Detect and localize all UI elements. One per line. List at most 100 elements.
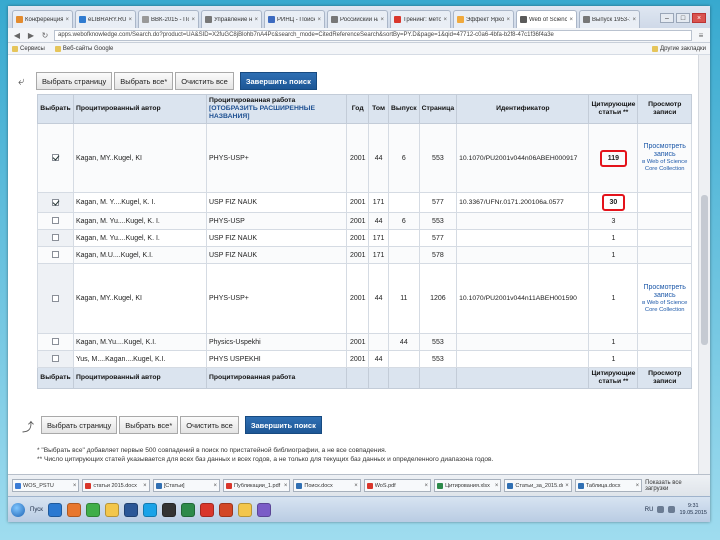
other-bookmarks[interactable]: Другие закладки — [652, 45, 706, 52]
download-item[interactable]: Цитирования.xlsx × — [434, 479, 502, 492]
download-item[interactable]: [Статьи] × — [152, 479, 221, 492]
menu-icon[interactable]: ≡ — [696, 31, 706, 40]
clock[interactable]: 9:31 19.05.2015 — [679, 503, 707, 517]
download-close-icon[interactable]: × — [284, 483, 288, 489]
chrome-icon[interactable] — [85, 502, 100, 517]
tab-close-icon[interactable]: × — [191, 17, 195, 23]
tab-close-icon[interactable]: × — [443, 17, 447, 23]
language-indicator[interactable]: RU — [645, 507, 654, 513]
pdf-icon[interactable] — [199, 502, 214, 517]
browser-tab[interactable]: Эффект Ярко – Тел× — [453, 10, 514, 28]
row-checkbox[interactable] — [51, 251, 59, 259]
download-item[interactable]: Поиск.docx × — [293, 479, 361, 492]
row-checkbox[interactable] — [51, 294, 59, 302]
download-item[interactable]: WoS.pdf × — [363, 479, 432, 492]
download-close-icon[interactable]: × — [565, 483, 569, 489]
select-all-button[interactable]: Выбрать все* — [114, 72, 174, 90]
browser-tab[interactable]: Конференция НОУ× — [12, 10, 73, 28]
clear-all-button-bottom[interactable]: Очистить все — [180, 416, 239, 434]
tab-label: РИНЦ - Поиск в Ст — [277, 16, 316, 23]
tab-close-icon[interactable]: × — [632, 17, 636, 23]
finish-search-button[interactable]: Завершить поиск — [239, 72, 317, 90]
download-close-icon[interactable]: × — [354, 483, 358, 489]
back-icon[interactable]: ◀ — [12, 31, 22, 40]
cell-citing: 1 — [588, 263, 639, 334]
close-window-button[interactable]: × — [692, 13, 706, 23]
finish-search-button-bottom[interactable]: Завершить поиск — [244, 416, 322, 434]
excel-icon[interactable] — [180, 502, 195, 517]
skype-icon[interactable] — [142, 502, 157, 517]
maximize-button[interactable]: □ — [676, 13, 690, 23]
powerpoint-icon[interactable] — [218, 502, 233, 517]
browser-tab[interactable]: Российский научн× — [327, 10, 388, 28]
download-close-icon[interactable]: × — [495, 483, 499, 489]
row-checkbox[interactable] — [51, 338, 59, 346]
view-record-link[interactable]: Просмотреть запись — [640, 284, 689, 300]
view-record-link[interactable]: Просмотреть запись — [640, 143, 689, 159]
cell-work: USP FIZ NAUK — [205, 229, 348, 247]
ie-icon[interactable] — [47, 502, 62, 517]
view-record-source[interactable]: в Web of Science Core Collection — [640, 300, 689, 314]
tab-close-icon[interactable]: × — [254, 17, 258, 23]
view-record-source[interactable]: в Web of Science Core Collection — [640, 159, 689, 173]
reload-icon[interactable]: ↻ — [40, 31, 50, 40]
vertical-scrollbar[interactable] — [698, 55, 710, 474]
browser-tab[interactable]: Управление на ВВК× — [201, 10, 262, 28]
bookmark-services[interactable]: Сервисы — [12, 45, 45, 52]
download-close-icon[interactable]: × — [425, 483, 429, 489]
expand-titles-link[interactable]: [ОТОБРАЗИТЬ РАСШИРЕННЫЕ НАЗВАНИЯ] — [209, 105, 344, 121]
word-icon[interactable] — [123, 502, 138, 517]
download-item[interactable]: Статьи_за_2015.docx× — [504, 479, 572, 492]
download-item[interactable]: статьи 2015.docx × — [82, 479, 150, 492]
download-close-icon[interactable]: × — [636, 483, 640, 489]
tab-close-icon[interactable]: × — [506, 17, 510, 23]
scrollbar-thumb[interactable] — [701, 195, 708, 345]
row-checkbox[interactable] — [51, 234, 59, 242]
explorer-icon[interactable] — [104, 502, 119, 517]
browser-tab[interactable]: ВВК-2015 - Поиск× — [138, 10, 199, 28]
select-page-button[interactable]: Выбрать страницу — [36, 72, 113, 90]
download-item[interactable]: Таблица.docx × — [574, 479, 643, 492]
clear-all-button[interactable]: Очистить все — [175, 72, 234, 90]
volume-icon[interactable] — [668, 506, 676, 513]
row-checkbox[interactable] — [51, 154, 59, 162]
tab-close-icon[interactable]: × — [65, 17, 69, 23]
start-button-icon[interactable] — [11, 502, 25, 517]
media-icon[interactable] — [161, 502, 176, 517]
col-citing: Цитирующие статьи ** — [588, 94, 639, 124]
minimize-button[interactable]: – — [660, 13, 674, 23]
tab-close-icon[interactable]: × — [128, 17, 132, 23]
download-close-icon[interactable]: × — [214, 483, 218, 489]
show-all-downloads[interactable]: Показать все загрузки — [645, 480, 706, 492]
row-checkbox[interactable] — [51, 198, 59, 206]
browser-tab[interactable]: РИНЦ - Поиск в Ст× — [264, 10, 325, 28]
firefox-icon[interactable] — [66, 502, 81, 517]
folder-icon[interactable] — [237, 502, 252, 517]
download-item[interactable]: Публикации_1.pdf × — [223, 479, 291, 492]
row-checkbox[interactable] — [51, 217, 59, 225]
favicon-icon — [205, 16, 212, 23]
tab-close-icon[interactable]: × — [569, 17, 573, 23]
download-item[interactable]: WOS_PSTU × — [12, 479, 80, 492]
network-icon[interactable] — [657, 506, 665, 513]
forward-icon[interactable]: ▶ — [26, 31, 36, 40]
select-all-button-bottom[interactable]: Выбрать все* — [119, 416, 179, 434]
browser-tab[interactable]: Web of Science [v.5.1× — [516, 10, 577, 28]
bookmark-google-sites[interactable]: Веб-сайты Google — [54, 45, 113, 52]
download-close-icon[interactable]: × — [143, 483, 147, 489]
paint-icon[interactable] — [256, 502, 271, 517]
tab-label: Выпуск 1953-1960 — [592, 16, 630, 23]
url-input[interactable]: apps.webofknowledge.com/Search.do?produc… — [54, 29, 692, 41]
cell-year: 2001 — [346, 212, 370, 230]
cell-identifier: 10.1070/PU2001v044n06ABEH000917 — [456, 123, 590, 193]
row-checkbox[interactable] — [51, 355, 59, 363]
tab-close-icon[interactable]: × — [380, 17, 384, 23]
browser-tab[interactable]: eLIBRARY.RU - Мой× — [75, 10, 136, 28]
select-page-button-bottom[interactable]: Выбрать страницу — [41, 416, 118, 434]
tab-close-icon[interactable]: × — [317, 17, 321, 23]
browser-tab[interactable]: Тренинг: методы× — [390, 10, 451, 28]
browser-tab[interactable]: Выпуск 1953-1960× — [579, 10, 640, 28]
footer-col-empty — [368, 367, 390, 389]
show-all-downloads-label: Показать все загрузки — [645, 479, 682, 492]
download-close-icon[interactable]: × — [73, 483, 77, 489]
